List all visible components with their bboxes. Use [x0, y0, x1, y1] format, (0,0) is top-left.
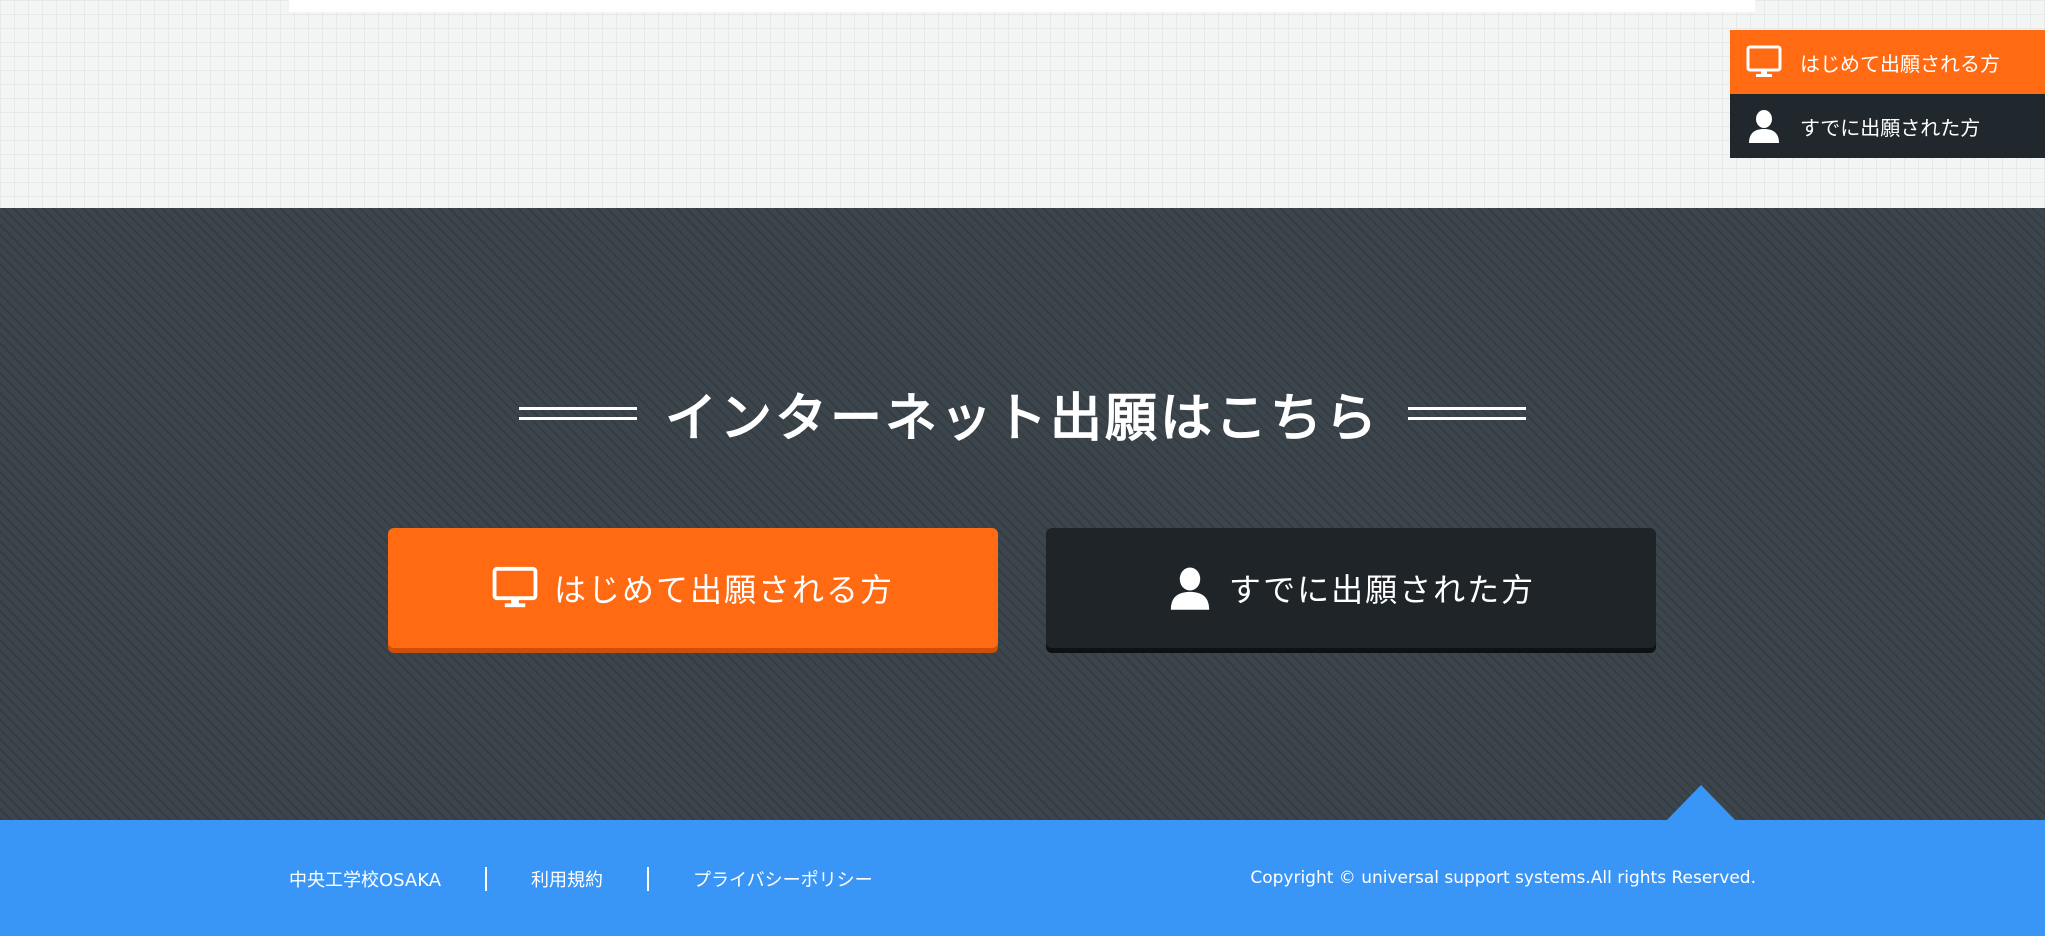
new-applicant-label: はじめて出願される方 [553, 571, 894, 609]
heading-right-decoration [1408, 406, 1526, 420]
side-new-applicant-button[interactable]: はじめて出願される方 [1730, 30, 2045, 94]
footer: 中央工学校OSAKA 利用規約 プライバシーポリシー Copyright © u… [0, 820, 2045, 936]
user-icon [1749, 110, 1779, 143]
footer-link-terms[interactable]: 利用規約 [531, 866, 603, 892]
side-existing-applicant-button[interactable]: すでに出願された方 [1730, 94, 2045, 158]
existing-applicant-button[interactable]: すでに出願された方 [1046, 528, 1656, 648]
section-heading: インターネット出願はこちら [0, 368, 2045, 458]
footer-link-privacy[interactable]: プライバシーポリシー [693, 866, 873, 892]
content-card-bottom [289, 0, 1755, 12]
existing-applicant-label: すでに出願された方 [1228, 571, 1536, 609]
copyright-text: Copyright © universal support systems.Al… [1250, 868, 1756, 888]
new-applicant-button[interactable]: はじめて出願される方 [388, 528, 998, 648]
footer-separator [647, 867, 650, 891]
footer-separator [485, 867, 488, 891]
user-icon [1170, 567, 1209, 610]
section-title: インターネット出願はこちら [664, 387, 1380, 449]
internet-application-section: インターネット出願はこちら はじめて出願される方 すでに出願された方 [0, 208, 2045, 820]
page-top-button[interactable] [1666, 785, 1736, 832]
monitor-icon [1746, 45, 1782, 77]
footer-link-school[interactable]: 中央工学校OSAKA [289, 866, 441, 892]
side-existing-applicant-label: すでに出願された方 [1800, 115, 1981, 140]
heading-left-decoration [518, 406, 637, 420]
monitor-icon [492, 566, 538, 608]
side-new-applicant-label: はじめて出願される方 [1800, 51, 2000, 76]
page-top-tab [1666, 785, 1736, 821]
footer-links: 中央工学校OSAKA 利用規約 プライバシーポリシー [289, 866, 873, 892]
